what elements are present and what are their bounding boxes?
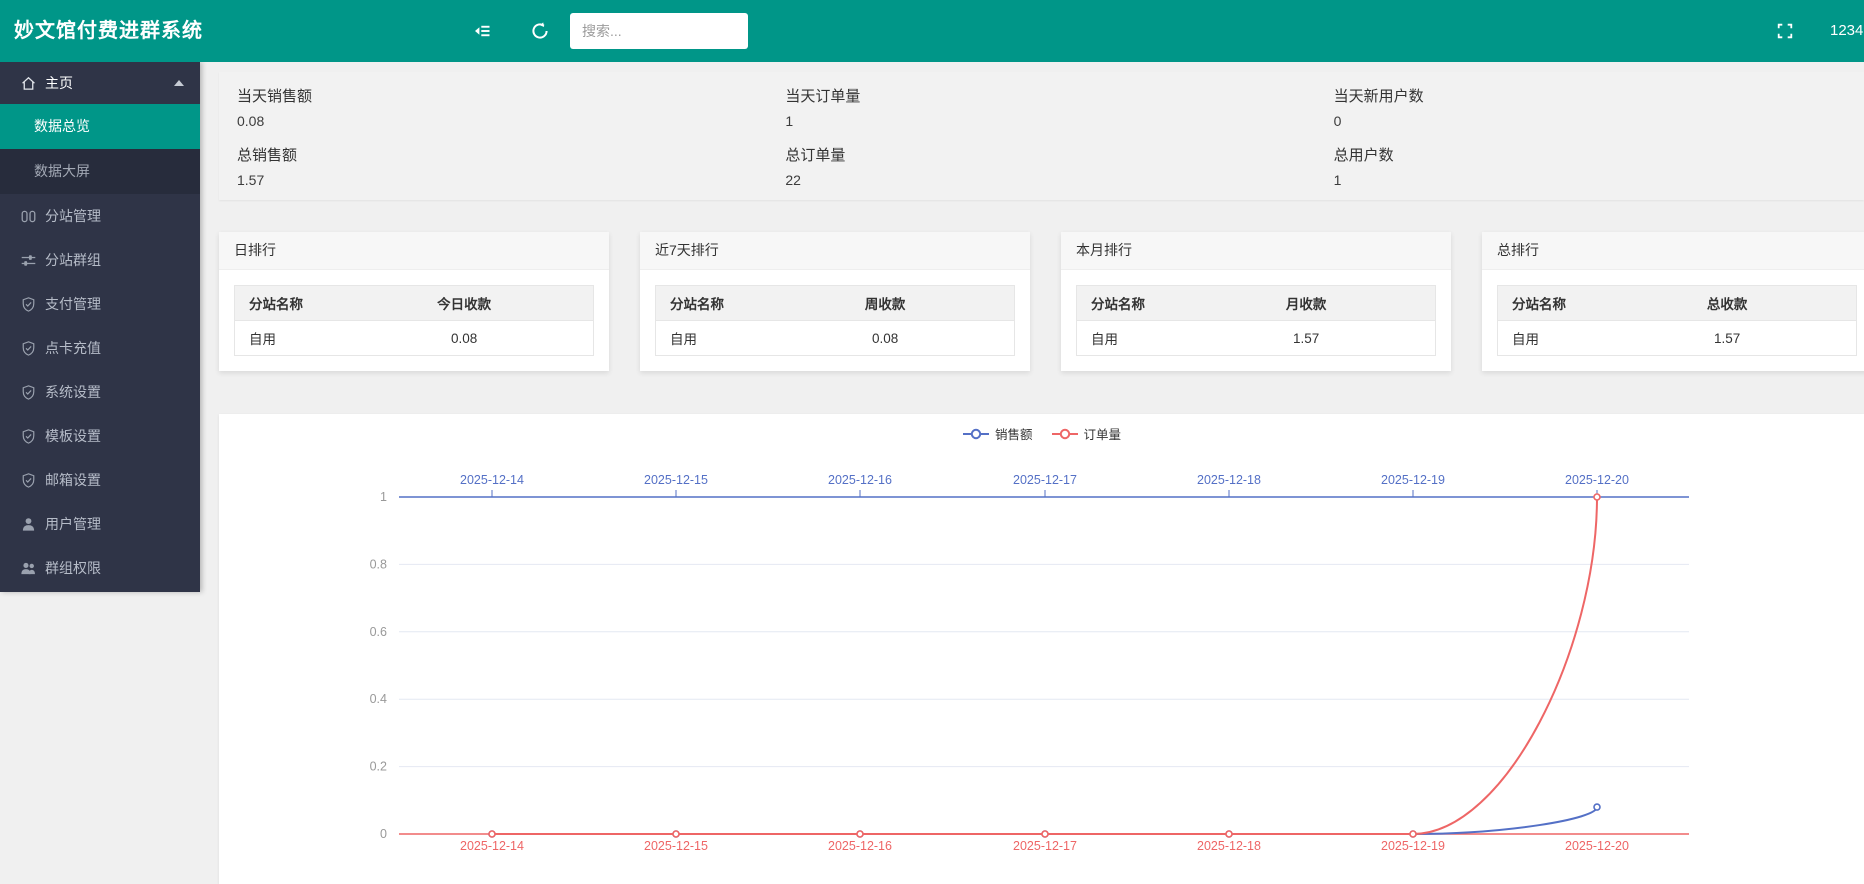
table-row: 自用 0.08 [235, 321, 593, 355]
legend-line-marker-icon [962, 428, 990, 440]
sidebar-item-home[interactable]: 主页 [0, 62, 200, 104]
table-header-row: 分站名称 周收款 [656, 286, 1014, 321]
sidebar-item-data-screen[interactable]: 数据大屏 [0, 149, 200, 194]
card-title: 本月排行 [1061, 232, 1451, 270]
sidebar-item-card-recharge[interactable]: 点卡充值 [0, 326, 200, 370]
svg-text:2025-12-19: 2025-12-19 [1381, 839, 1445, 853]
stat-label: 当天新用户数 [1334, 85, 1864, 106]
stat-value: 1 [1334, 172, 1864, 188]
svg-text:0: 0 [380, 827, 387, 841]
stats-column-sales: 当天销售额 0.08 总销售额 1.57 [219, 85, 767, 203]
svg-text:2025-12-17: 2025-12-17 [1013, 839, 1077, 853]
chart-legend: 销售额 订单量 [219, 424, 1864, 443]
stat-label: 当天订单量 [785, 85, 1315, 106]
svg-text:2025-12-14: 2025-12-14 [460, 473, 524, 487]
ranking-table: 分站名称 月收款 自用 1.57 [1076, 285, 1436, 356]
svg-text:2025-12-17: 2025-12-17 [1013, 473, 1077, 487]
legend-item[interactable]: 销售额 [962, 424, 1033, 443]
sidebar-item-user-manage[interactable]: 用户管理 [0, 502, 200, 546]
sidebar-item-template-settings[interactable]: 模板设置 [0, 414, 200, 458]
caret-up-icon [174, 80, 184, 86]
ranking-card-7days: 近7天排行 分站名称 周收款 自用 0.08 [640, 232, 1030, 371]
sidebar-item-substation-manage[interactable]: 分站管理 [0, 194, 200, 238]
stat-value: 1.57 [237, 172, 767, 188]
sidebar-item-label: 主页 [45, 73, 73, 93]
header-username[interactable]: 12345 [1830, 0, 1864, 62]
ranking-table: 分站名称 今日收款 自用 0.08 [234, 285, 594, 356]
svg-text:2025-12-15: 2025-12-15 [644, 473, 708, 487]
ranking-card-month: 本月排行 分站名称 月收款 自用 1.57 [1061, 232, 1451, 371]
svg-text:2025-12-16: 2025-12-16 [828, 839, 892, 853]
svg-text:0.8: 0.8 [370, 557, 387, 571]
table-header-row: 分站名称 总收款 [1498, 286, 1856, 321]
svg-text:0.6: 0.6 [370, 625, 387, 639]
card-title: 总排行 [1482, 232, 1864, 270]
stats-column-users: 当天新用户数 0 总用户数 1 [1316, 85, 1864, 203]
stats-column-orders: 当天订单量 1 总订单量 22 [767, 85, 1315, 203]
table-header-row: 分站名称 今日收款 [235, 286, 593, 321]
legend-item[interactable]: 订单量 [1051, 424, 1122, 443]
ranking-table: 分站名称 总收款 自用 1.57 [1497, 285, 1857, 356]
sidebar: 主页 数据总览 数据大屏 分站管理 分站群组 支付管理 [0, 62, 200, 592]
users-icon [20, 560, 37, 577]
svg-text:2025-12-18: 2025-12-18 [1197, 839, 1261, 853]
sidebar-item-group-permissions[interactable]: 群组权限 [0, 546, 200, 590]
stat-value: 0.08 [237, 113, 767, 129]
svg-text:2025-12-19: 2025-12-19 [1381, 473, 1445, 487]
card-title: 近7天排行 [640, 232, 1030, 270]
table-row: 自用 1.57 [1498, 321, 1856, 355]
svg-text:2025-12-15: 2025-12-15 [644, 839, 708, 853]
columns-icon [20, 208, 37, 225]
sales-orders-chart-card: 销售额 订单量 0 0.2 0.4 0.6 0.8 1 2025-12-14 2025-12-… [219, 414, 1864, 884]
top-header: 妙文馆付费进群系统 12345 [0, 0, 1864, 62]
shield-check-icon [20, 296, 37, 313]
svg-text:2025-12-20: 2025-12-20 [1565, 473, 1629, 487]
table-row: 自用 0.08 [656, 321, 1014, 355]
ranking-cards-row: 日排行 分站名称 今日收款 自用 0.08 近7天排行 分站名称 周收款 [219, 232, 1864, 371]
svg-text:0.2: 0.2 [370, 760, 387, 774]
collapse-sidebar-icon[interactable] [472, 21, 492, 41]
stat-label: 当天销售额 [237, 85, 767, 106]
card-title: 日排行 [219, 232, 609, 270]
stat-value: 1 [785, 113, 1315, 129]
svg-text:2025-12-14: 2025-12-14 [460, 839, 524, 853]
svg-text:1: 1 [380, 490, 387, 504]
stat-label: 总订单量 [785, 144, 1315, 165]
sliders-icon [20, 252, 37, 269]
svg-text:2025-12-16: 2025-12-16 [828, 473, 892, 487]
ranking-table: 分站名称 周收款 自用 0.08 [655, 285, 1015, 356]
table-header-row: 分站名称 月收款 [1077, 286, 1435, 321]
sidebar-item-substation-groups[interactable]: 分站群组 [0, 238, 200, 282]
refresh-icon[interactable] [530, 21, 550, 41]
svg-text:0.4: 0.4 [370, 692, 387, 706]
stat-value: 22 [785, 172, 1315, 188]
user-icon [20, 516, 37, 533]
table-row: 自用 1.57 [1077, 321, 1435, 355]
stats-summary-card: 当天销售额 0.08 总销售额 1.57 当天订单量 1 总订单量 22 当天新… [219, 72, 1864, 200]
home-submenu: 数据总览 数据大屏 [0, 104, 200, 194]
search-input[interactable] [570, 13, 748, 49]
home-icon [20, 75, 37, 92]
sidebar-item-mail-settings[interactable]: 邮箱设置 [0, 458, 200, 502]
shield-check-icon [20, 472, 37, 489]
ranking-card-daily: 日排行 分站名称 今日收款 自用 0.08 [219, 232, 609, 371]
svg-text:2025-12-20: 2025-12-20 [1565, 839, 1629, 853]
dashboard-page: { "app": { "title": "妙文馆付费进群系统", "search… [0, 0, 1864, 844]
stat-label: 总用户数 [1334, 144, 1864, 165]
stat-value: 0 [1334, 113, 1864, 129]
fullscreen-icon[interactable] [1776, 22, 1796, 42]
sidebar-item-system-settings[interactable]: 系统设置 [0, 370, 200, 414]
ranking-card-total: 总排行 分站名称 总收款 自用 1.57 [1482, 232, 1864, 371]
legend-line-marker-icon [1051, 428, 1079, 440]
svg-text:2025-12-18: 2025-12-18 [1197, 473, 1261, 487]
shield-check-icon [20, 428, 37, 445]
app-title: 妙文馆付费进群系统 [14, 0, 203, 62]
sidebar-item-payment-manage[interactable]: 支付管理 [0, 282, 200, 326]
sidebar-item-data-overview[interactable]: 数据总览 [0, 104, 200, 149]
shield-check-icon [20, 340, 37, 357]
shield-check-icon [20, 384, 37, 401]
stat-label: 总销售额 [237, 144, 767, 165]
